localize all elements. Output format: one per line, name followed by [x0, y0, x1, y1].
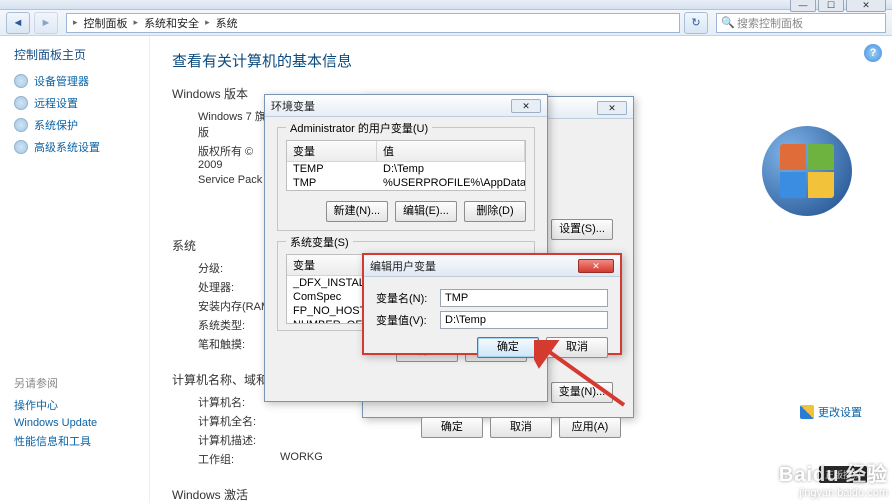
breadcrumb-seg[interactable]: 控制面板 [80, 15, 132, 31]
label-description: 计算机描述: [172, 432, 280, 448]
search-placeholder: 搜索控制面板 [737, 15, 803, 31]
refresh-button[interactable]: ↻ [684, 12, 708, 34]
ok-button[interactable]: 确定 [421, 417, 483, 438]
breadcrumb-seg[interactable]: 系统和安全 [140, 15, 203, 31]
search-icon: 🔍 [721, 16, 735, 29]
table-row[interactable]: TEMPD:\Temp [287, 162, 525, 176]
label-workgroup: 工作组: [172, 451, 280, 467]
sidebar-item-device-manager[interactable]: 设备管理器 [14, 73, 149, 89]
cancel-button[interactable]: 取消 [490, 417, 552, 438]
window-minimize-button[interactable]: — [790, 0, 816, 12]
sidebar-link-action-center[interactable]: 操作中心 [14, 397, 149, 413]
breadcrumb[interactable]: ▸ 控制面板 ▸ 系统和安全 ▸ 系统 [66, 13, 680, 33]
ok-button[interactable]: 确定 [477, 337, 539, 358]
dialog-title: 环境变量 [271, 98, 315, 114]
window-titlebar: — ☐ ✕ [0, 0, 892, 10]
sidebar-item-protection[interactable]: 系统保护 [14, 117, 149, 133]
dialog-titlebar[interactable]: 编辑用户变量 ✕ [364, 255, 620, 277]
group-title: Administrator 的用户变量(U) [286, 120, 432, 136]
chevron-right-icon: ▸ [132, 17, 141, 28]
dialog-title: 编辑用户变量 [370, 258, 436, 274]
change-settings-link[interactable]: 更改设置 [800, 404, 862, 420]
close-icon[interactable]: ✕ [597, 101, 627, 115]
address-bar: ◄ ► ▸ 控制面板 ▸ 系统和安全 ▸ 系统 ↻ 🔍 搜索控制面板 [0, 10, 892, 36]
sidebar-link-performance[interactable]: 性能信息和工具 [14, 433, 149, 449]
sidebar: 控制面板主页 设备管理器 远程设置 系统保护 高级系统设置 另请参阅 操作中心 … [0, 36, 150, 503]
sidebar-link-windows-update[interactable]: Windows Update [14, 417, 149, 429]
breadcrumb-root-icon: ▸ [71, 17, 80, 28]
variable-name-input[interactable] [440, 289, 608, 307]
sidebar-item-remote[interactable]: 远程设置 [14, 95, 149, 111]
close-icon[interactable]: ✕ [511, 99, 541, 113]
table-row[interactable]: TMP%USERPROFILE%\AppData\Local\Temp [287, 176, 525, 190]
sidebar-seealso-heading: 另请参阅 [14, 375, 149, 391]
variable-name-label: 变量名(N): [376, 290, 440, 306]
gear-icon [14, 74, 28, 88]
window-maximize-button[interactable]: ☐ [818, 0, 844, 12]
page-title: 查看有关计算机的基本信息 [172, 50, 870, 71]
chevron-right-icon: ▸ [203, 17, 212, 28]
edit-user-variable-dialog: 编辑用户变量 ✕ 变量名(N): 变量值(V): 确定 取消 [362, 253, 622, 355]
sidebar-item-advanced[interactable]: 高级系统设置 [14, 139, 149, 155]
search-input[interactable]: 🔍 搜索控制面板 [716, 13, 886, 33]
gear-icon [14, 118, 28, 132]
dialog-titlebar[interactable]: 环境变量 ✕ [265, 95, 547, 117]
gear-icon [14, 140, 28, 154]
user-variables-group: Administrator 的用户变量(U) 变量值 TEMPD:\Temp T… [277, 127, 535, 231]
apply-button[interactable]: 应用(A) [559, 417, 621, 438]
nav-forward-button[interactable]: ► [34, 12, 58, 34]
close-icon[interactable]: ✕ [578, 259, 614, 273]
col-variable: 变量 [287, 141, 377, 161]
baidu-watermark: Baidu 经验 jingyan.baidu.com [779, 458, 888, 499]
breadcrumb-seg[interactable]: 系统 [212, 15, 242, 31]
edit-button[interactable]: 编辑(E)... [395, 201, 457, 222]
col-value: 值 [377, 141, 525, 161]
windows-logo-icon [762, 126, 852, 216]
new-button[interactable]: 新建(N)... [326, 201, 388, 222]
nav-back-button[interactable]: ◄ [6, 12, 30, 34]
settings-button[interactable]: 设置(S)... [551, 219, 613, 240]
shield-icon [800, 405, 814, 419]
sidebar-title: 控制面板主页 [14, 46, 149, 63]
help-icon[interactable]: ? [864, 44, 882, 62]
label-full-name: 计算机全名: [172, 413, 280, 429]
variable-value-input[interactable] [440, 311, 608, 329]
user-variables-table[interactable]: 变量值 TEMPD:\Temp TMP%USERPROFILE%\AppData… [286, 140, 526, 191]
value-workgroup: WORKG [280, 451, 323, 467]
variable-value-label: 变量值(V): [376, 312, 440, 328]
env-variables-button[interactable]: 变量(N)... [551, 382, 613, 403]
section-activation: Windows 激活 [172, 486, 870, 503]
window-close-button[interactable]: ✕ [846, 0, 886, 12]
cancel-button[interactable]: 取消 [546, 337, 608, 358]
delete-button[interactable]: 删除(D) [464, 201, 526, 222]
gear-icon [14, 96, 28, 110]
group-title: 系统变量(S) [286, 234, 353, 250]
